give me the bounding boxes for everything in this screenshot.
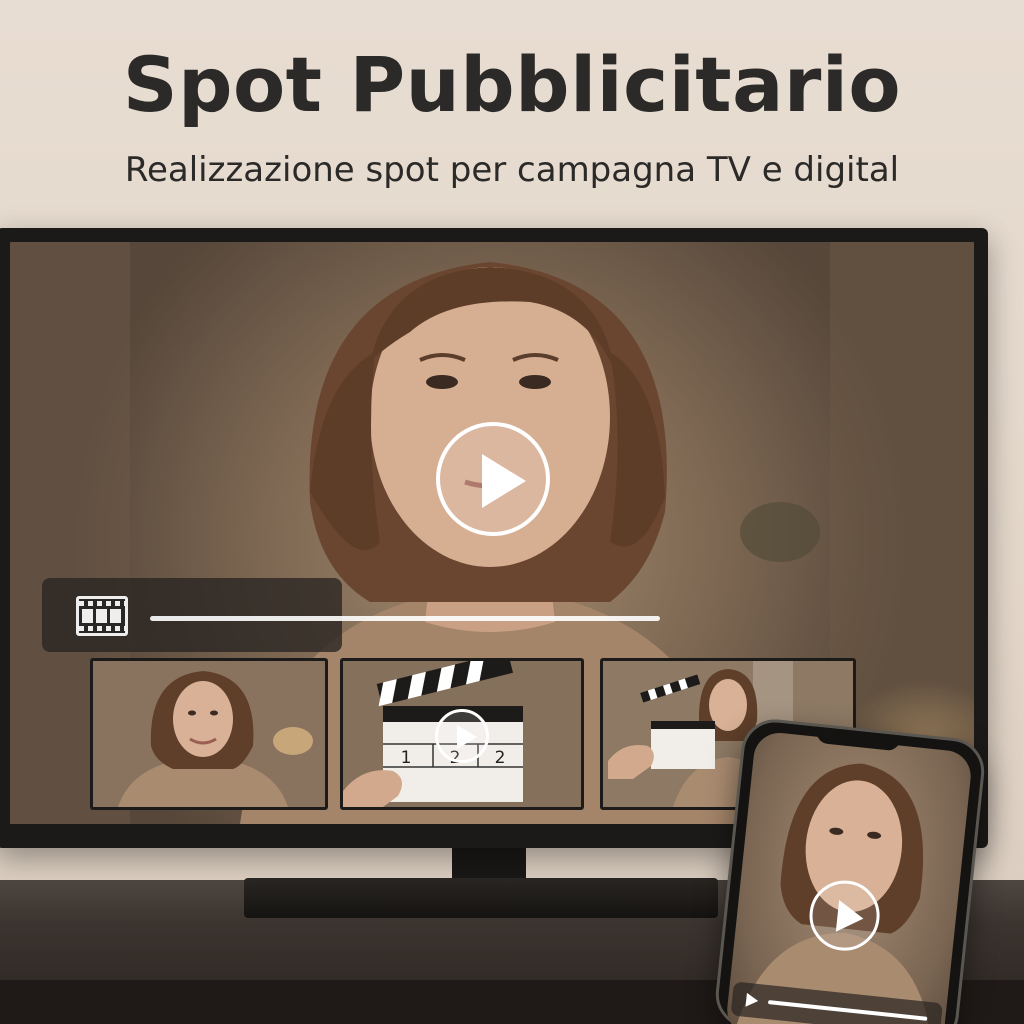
thumbnail-1[interactable] — [90, 658, 328, 810]
phone-progress-bar[interactable] — [767, 1000, 928, 1021]
page-title: Spot Pubblicitario — [122, 40, 902, 129]
film-strip-icon[interactable] — [76, 596, 128, 636]
thumbnail-2[interactable]: 1 2 2 — [340, 658, 584, 810]
phone-video-frame — [735, 763, 932, 1024]
play-icon — [482, 454, 526, 508]
page-subtitle: Realizzazione spot per campagna TV e dig… — [124, 150, 900, 190]
main-play-button[interactable] — [436, 422, 550, 536]
thumbnail-1-image — [93, 661, 325, 807]
play-icon — [457, 725, 477, 749]
clapper-digit-1: 1 — [401, 748, 412, 768]
video-progress-bar[interactable] — [150, 616, 660, 621]
play-icon[interactable] — [745, 992, 759, 1009]
play-icon — [835, 899, 866, 935]
thumbnail-play-button[interactable] — [435, 709, 489, 763]
tv-stand-base — [244, 878, 718, 918]
clapper-digit-3: 2 — [495, 748, 506, 768]
smartphone — [712, 716, 988, 1024]
phone-video-screen[interactable] — [724, 730, 974, 1024]
